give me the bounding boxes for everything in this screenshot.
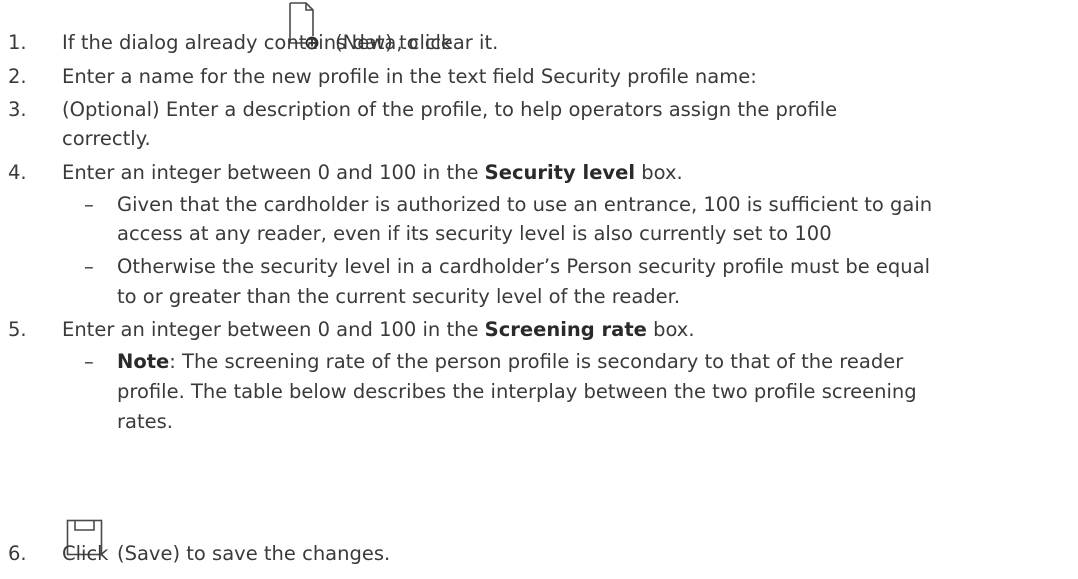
- step-text-after-icon: (New) to clear it.: [335, 31, 499, 54]
- sub-text: Otherwise the security level in a cardho…: [117, 255, 931, 278]
- step-text-after-icon: (Save) to save the changes.: [117, 542, 391, 565]
- step-number: 4.: [8, 161, 27, 184]
- step-text: correctly.: [62, 127, 151, 150]
- sub-text: rates.: [117, 410, 173, 433]
- bullet-dash: –: [84, 350, 94, 373]
- sub-text: Given that the cardholder is authorized …: [117, 193, 933, 216]
- step-text-part: Enter an integer between 0 and 100 in th…: [62, 161, 479, 184]
- step-number: 3.: [8, 98, 27, 121]
- step-text-part: box.: [641, 161, 683, 184]
- step-number: 6.: [8, 542, 27, 565]
- bullet-dash: –: [84, 193, 94, 216]
- emphasis-screening-rate: Screening rate: [484, 318, 647, 341]
- step-text: (Optional) Enter a description of the pr…: [62, 98, 838, 121]
- step-number: 2.: [8, 65, 27, 88]
- sub-text: access at any reader, even if its securi…: [117, 222, 832, 245]
- step-text: Click: [62, 542, 109, 565]
- bullet-dash: –: [84, 255, 94, 278]
- step-text: Enter an integer between 0 and 100 in th…: [62, 318, 695, 342]
- step-text-part: box.: [653, 318, 695, 341]
- step-number: 5.: [8, 318, 27, 341]
- sub-text: profile. The table below describes the i…: [117, 380, 917, 403]
- emphasis-note: Note: [117, 350, 170, 373]
- step-number: 1.: [8, 31, 27, 54]
- sub-text-part: : The screening rate of the person profi…: [169, 350, 904, 373]
- sub-text: Note: The screening rate of the person p…: [117, 350, 903, 374]
- step-text: Enter a name for the new profile in the …: [62, 65, 757, 88]
- instruction-list: 1. If the dialog already contains data, …: [0, 0, 1078, 579]
- emphasis-security-level: Security level: [484, 161, 636, 184]
- step-text: Enter an integer between 0 and 100 in th…: [62, 161, 683, 185]
- sub-text: to or greater than the current security …: [117, 285, 681, 308]
- step-text-part: Enter an integer between 0 and 100 in th…: [62, 318, 479, 341]
